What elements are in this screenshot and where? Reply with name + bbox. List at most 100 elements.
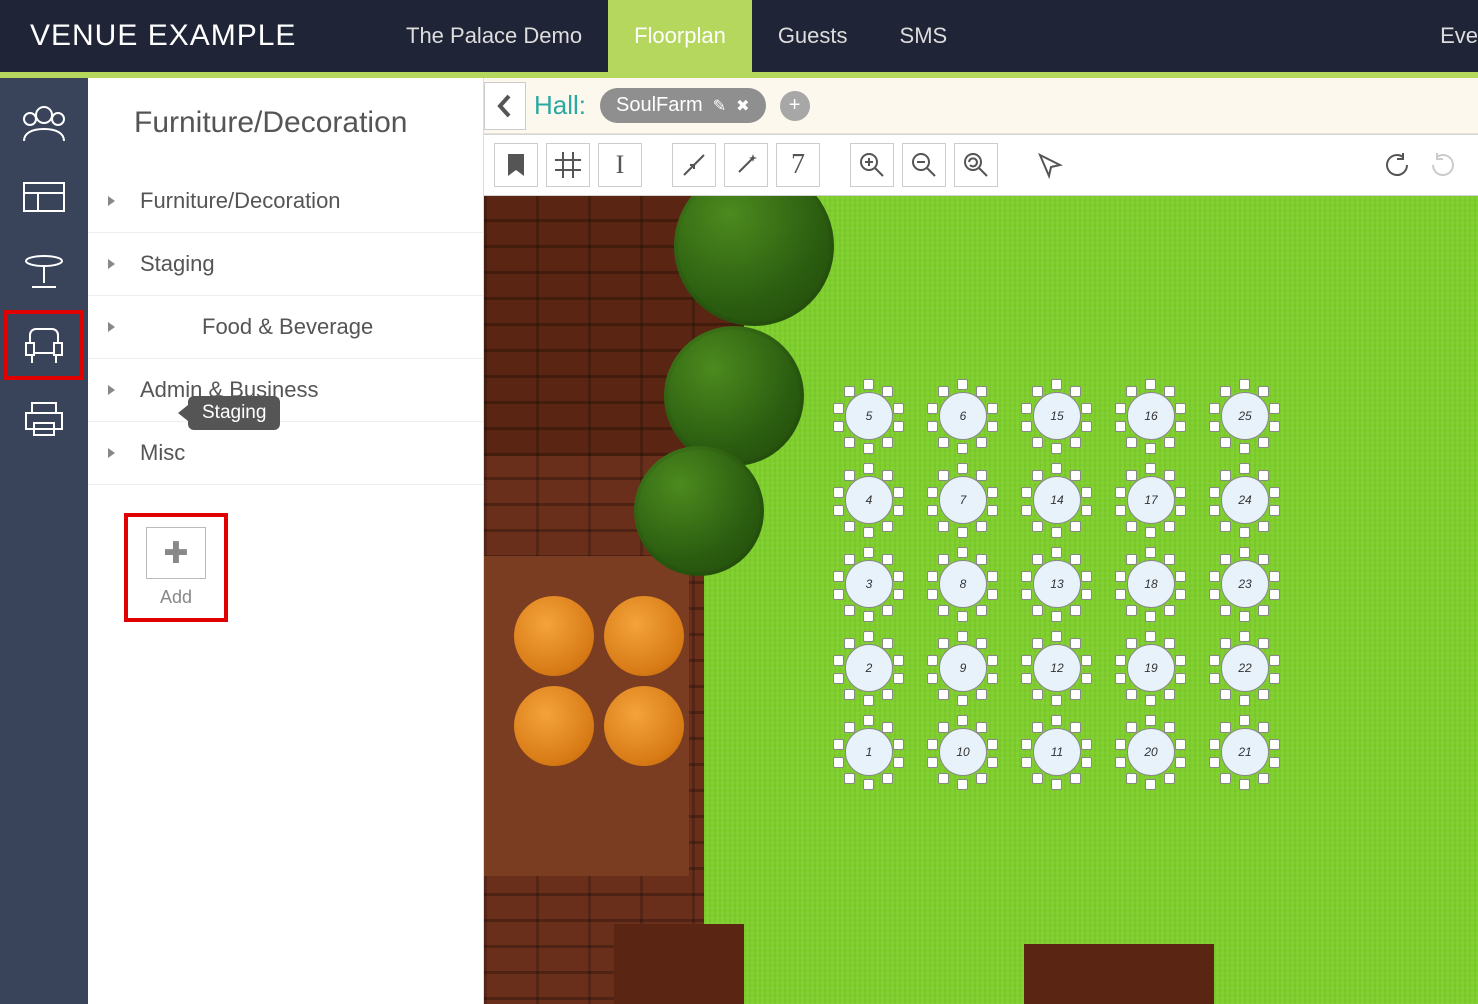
round-table[interactable]: 16 (1118, 383, 1184, 449)
tool-grid[interactable] (546, 143, 590, 187)
chair-icon (1175, 487, 1186, 498)
add-button[interactable]: ✚ (146, 527, 206, 579)
round-table[interactable]: 11 (1024, 719, 1090, 785)
category-furniture-decoration[interactable]: Furniture/Decoration (88, 170, 483, 233)
tool-zoom-out[interactable] (902, 143, 946, 187)
chair-icon (863, 779, 874, 790)
chair-icon (976, 521, 987, 532)
chair-icon (1021, 739, 1032, 750)
category-food-beverage[interactable]: Food & Beverage (88, 296, 483, 359)
round-table[interactable]: 9 (930, 635, 996, 701)
round-table[interactable]: 20 (1118, 719, 1184, 785)
round-table[interactable]: 22 (1212, 635, 1278, 701)
tool-snap[interactable] (672, 143, 716, 187)
round-table[interactable]: 3 (836, 551, 902, 617)
chair-icon (863, 379, 874, 390)
tool-undo[interactable] (1372, 143, 1416, 187)
chair-icon (1258, 470, 1269, 481)
category-admin-business[interactable]: Admin & Business (88, 359, 483, 422)
chair-icon (1258, 638, 1269, 649)
chair-icon (927, 487, 938, 498)
chair-icon (1081, 673, 1092, 684)
round-table[interactable]: 5 (836, 383, 902, 449)
barrel-icon (604, 596, 684, 676)
nav-item-guests[interactable]: Guests (752, 0, 874, 72)
rail-furniture-icon[interactable] (4, 310, 84, 380)
round-table[interactable]: 19 (1118, 635, 1184, 701)
tool-bookmark[interactable] (494, 143, 538, 187)
chair-icon (987, 589, 998, 600)
round-table[interactable]: 14 (1024, 467, 1090, 533)
chair-icon (833, 757, 844, 768)
chair-icon (1239, 695, 1250, 706)
close-icon[interactable]: ✖ (736, 96, 749, 116)
chair-icon (927, 571, 938, 582)
chair-icon (976, 605, 987, 616)
table-number: 10 (939, 728, 987, 776)
add-hall-button[interactable]: + (780, 91, 810, 121)
chair-icon (1021, 505, 1032, 516)
round-table[interactable]: 13 (1024, 551, 1090, 617)
round-table[interactable]: 4 (836, 467, 902, 533)
chair-icon (1070, 386, 1081, 397)
category-misc[interactable]: Misc (88, 422, 483, 485)
chair-icon (844, 437, 855, 448)
category-label: Furniture/Decoration (140, 188, 341, 214)
chair-icon (927, 757, 938, 768)
rail-layout-icon[interactable] (4, 162, 84, 232)
category-staging[interactable]: Staging (88, 233, 483, 296)
chair-icon (833, 421, 844, 432)
nav-item-palace[interactable]: The Palace Demo (380, 0, 608, 72)
round-table[interactable]: 24 (1212, 467, 1278, 533)
rail-guests-icon[interactable] (4, 88, 84, 158)
brick-outbuilding-1 (614, 924, 744, 1004)
tool-redo[interactable] (1424, 143, 1468, 187)
chair-icon (1209, 421, 1220, 432)
pencil-icon[interactable]: ✎ (713, 96, 726, 116)
tool-zoom-in[interactable] (850, 143, 894, 187)
floorplan-canvas[interactable]: 56 15 16 25 47 14 17 24 38 13 18 23 29 12 19 22 1 10 11 20 2… (484, 196, 1478, 1004)
chair-icon (1145, 379, 1156, 390)
round-table[interactable]: 1 (836, 719, 902, 785)
round-table[interactable]: 23 (1212, 551, 1278, 617)
tool-text[interactable]: I (598, 143, 642, 187)
round-table[interactable]: 15 (1024, 383, 1090, 449)
round-table[interactable]: 12 (1024, 635, 1090, 701)
table-number: 16 (1127, 392, 1175, 440)
round-table[interactable]: 17 (1118, 467, 1184, 533)
nav-item-right[interactable]: Eve (1440, 0, 1478, 72)
tool-wand[interactable] (724, 143, 768, 187)
tree-icon (664, 326, 804, 466)
tool-seven[interactable]: 7 (776, 143, 820, 187)
round-table[interactable]: 25 (1212, 383, 1278, 449)
round-table[interactable]: 6 (930, 383, 996, 449)
round-table[interactable]: 18 (1118, 551, 1184, 617)
tool-cursor[interactable] (1028, 143, 1072, 187)
category-list: Furniture/Decoration Staging Food & Beve… (88, 170, 483, 485)
collapse-panel-button[interactable] (484, 82, 526, 130)
chair-icon (893, 673, 904, 684)
chair-icon (1115, 421, 1126, 432)
chair-icon (863, 443, 874, 454)
chair-icon (882, 521, 893, 532)
rail-tables-icon[interactable] (4, 236, 84, 306)
chair-icon (1220, 605, 1231, 616)
chair-icon (1258, 386, 1269, 397)
round-table[interactable]: 21 (1212, 719, 1278, 785)
round-table[interactable]: 7 (930, 467, 996, 533)
chair-icon (1070, 773, 1081, 784)
rail-print-icon[interactable] (4, 384, 84, 454)
nav-item-sms[interactable]: SMS (874, 0, 974, 72)
round-table[interactable]: 10 (930, 719, 996, 785)
nav-item-floorplan[interactable]: Floorplan (608, 0, 752, 72)
round-table[interactable]: 2 (836, 635, 902, 701)
tool-reset-zoom[interactable] (954, 143, 998, 187)
chair-icon (1081, 655, 1092, 666)
chair-icon (1115, 673, 1126, 684)
chair-icon (863, 611, 874, 622)
chair-icon (927, 589, 938, 600)
table-number: 17 (1127, 476, 1175, 524)
table-number: 25 (1221, 392, 1269, 440)
round-table[interactable]: 8 (930, 551, 996, 617)
hall-chip[interactable]: SoulFarm ✎ ✖ (600, 88, 766, 123)
